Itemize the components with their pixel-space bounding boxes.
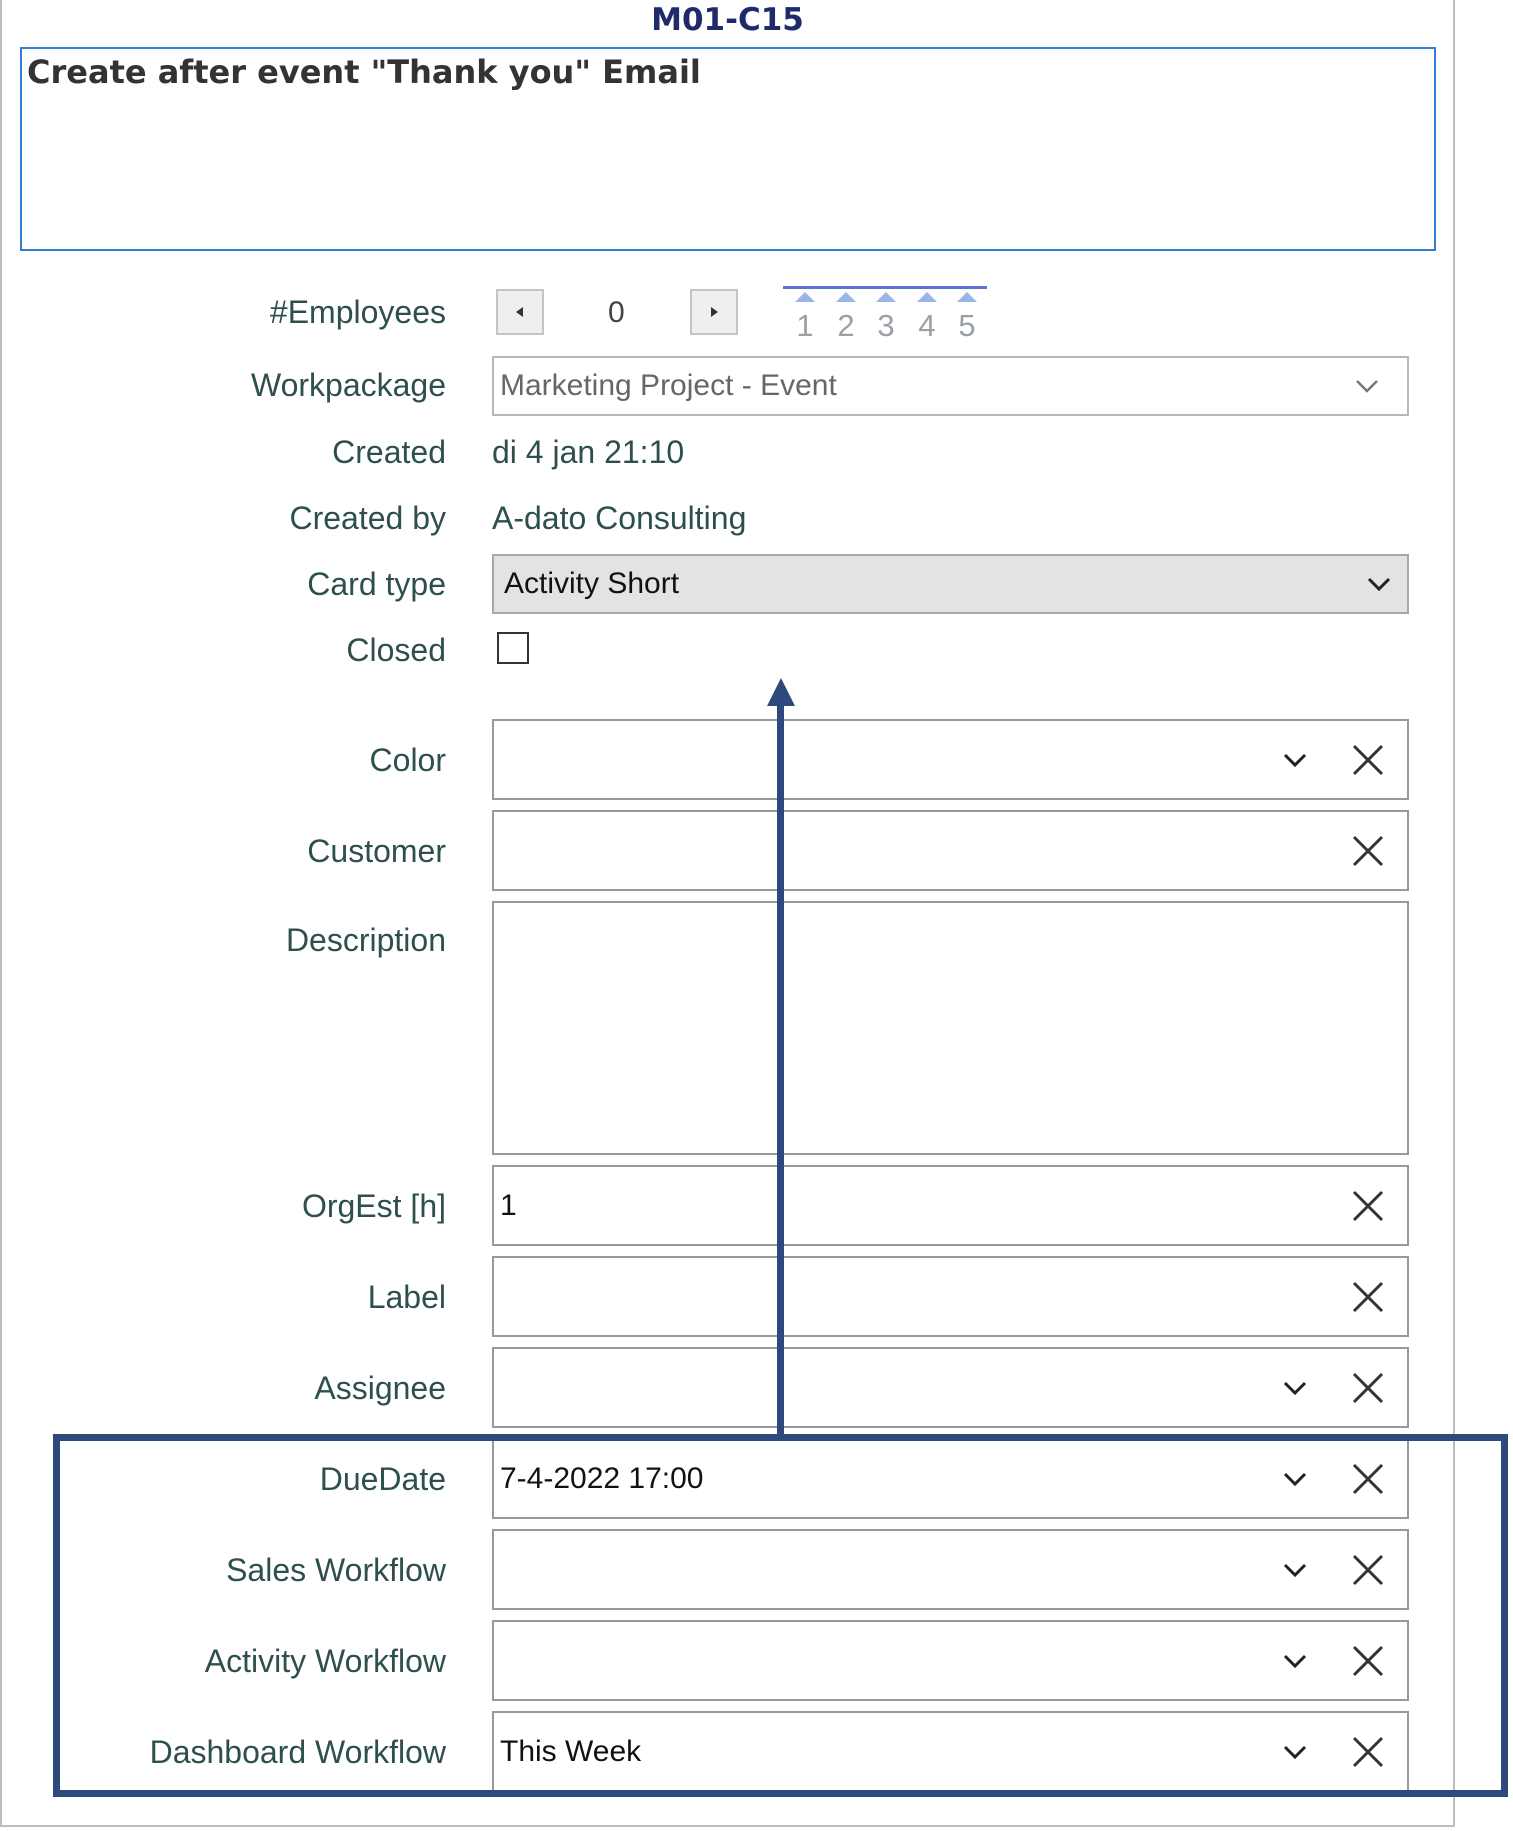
clear-icon[interactable] (1351, 1371, 1385, 1405)
closed-label: Closed (346, 632, 446, 668)
customer-label: Customer (307, 833, 446, 869)
color-label: Color (369, 742, 446, 778)
employees-increment-button[interactable] (690, 289, 738, 335)
orgest-label: OrgEst [h] (301, 1188, 446, 1224)
chevron-down-icon (1356, 380, 1378, 393)
card-id: M01-C15 (651, 2, 804, 38)
employees-label: #Employees (269, 294, 446, 330)
employees-value: 0 (608, 296, 625, 329)
created-by-label: Created by (289, 500, 446, 536)
caret-right-icon (711, 307, 718, 317)
customer-field[interactable] (492, 810, 1409, 891)
rating-marker-icon (876, 292, 896, 302)
card-title-text: Create after event "Thank you" Email (27, 53, 701, 91)
label-field-label: Label (367, 1279, 446, 1315)
card-type-select[interactable]: Activity Short (492, 554, 1409, 614)
rating-option-2[interactable]: 2 (831, 308, 861, 344)
created-value: di 4 jan 21:10 (492, 434, 685, 470)
color-select[interactable] (492, 719, 1409, 800)
closed-checkbox[interactable] (497, 632, 529, 664)
caret-left-icon (516, 307, 523, 317)
orgest-value: 1 (500, 1188, 517, 1222)
assignee-label: Assignee (314, 1370, 446, 1406)
rating-option-5[interactable]: 5 (952, 308, 982, 344)
card-type-label: Card type (307, 566, 446, 602)
description-label: Description (285, 922, 446, 958)
rating-bar (783, 286, 987, 289)
workpackage-label: Workpackage (250, 367, 446, 403)
rating-option-4[interactable]: 4 (912, 308, 942, 344)
clear-icon[interactable] (1351, 834, 1385, 868)
description-textarea[interactable] (492, 901, 1409, 1155)
created-by-value: A-dato Consulting (492, 500, 747, 536)
card-title-field[interactable]: Create after event "Thank you" Email (20, 47, 1436, 251)
arrow-up-icon (767, 678, 795, 706)
clear-icon[interactable] (1351, 1189, 1385, 1223)
orgest-field[interactable]: 1 (492, 1165, 1409, 1246)
chevron-down-icon (1283, 1381, 1307, 1395)
label-field[interactable] (492, 1256, 1409, 1337)
rating-marker-icon (917, 292, 937, 302)
chevron-down-icon (1283, 753, 1307, 767)
assignee-select[interactable] (492, 1347, 1409, 1428)
chevron-down-icon (1367, 577, 1391, 592)
rating-marker-icon (836, 292, 856, 302)
workpackage-value: Marketing Project - Event (500, 369, 837, 402)
annotation-arrow-line (777, 698, 784, 1436)
created-label: Created (332, 434, 446, 470)
employees-decrement-button[interactable] (496, 289, 544, 335)
clear-icon[interactable] (1351, 1280, 1385, 1314)
rating-marker-icon (957, 292, 977, 302)
rating-marker-icon (795, 292, 815, 302)
workpackage-select[interactable]: Marketing Project - Event (492, 356, 1409, 416)
clear-icon[interactable] (1351, 743, 1385, 777)
rating-option-3[interactable]: 3 (871, 308, 901, 344)
rating-option-1[interactable]: 1 (790, 308, 820, 344)
workflow-fields-highlight (53, 1434, 1508, 1797)
card-type-value: Activity Short (504, 567, 680, 600)
